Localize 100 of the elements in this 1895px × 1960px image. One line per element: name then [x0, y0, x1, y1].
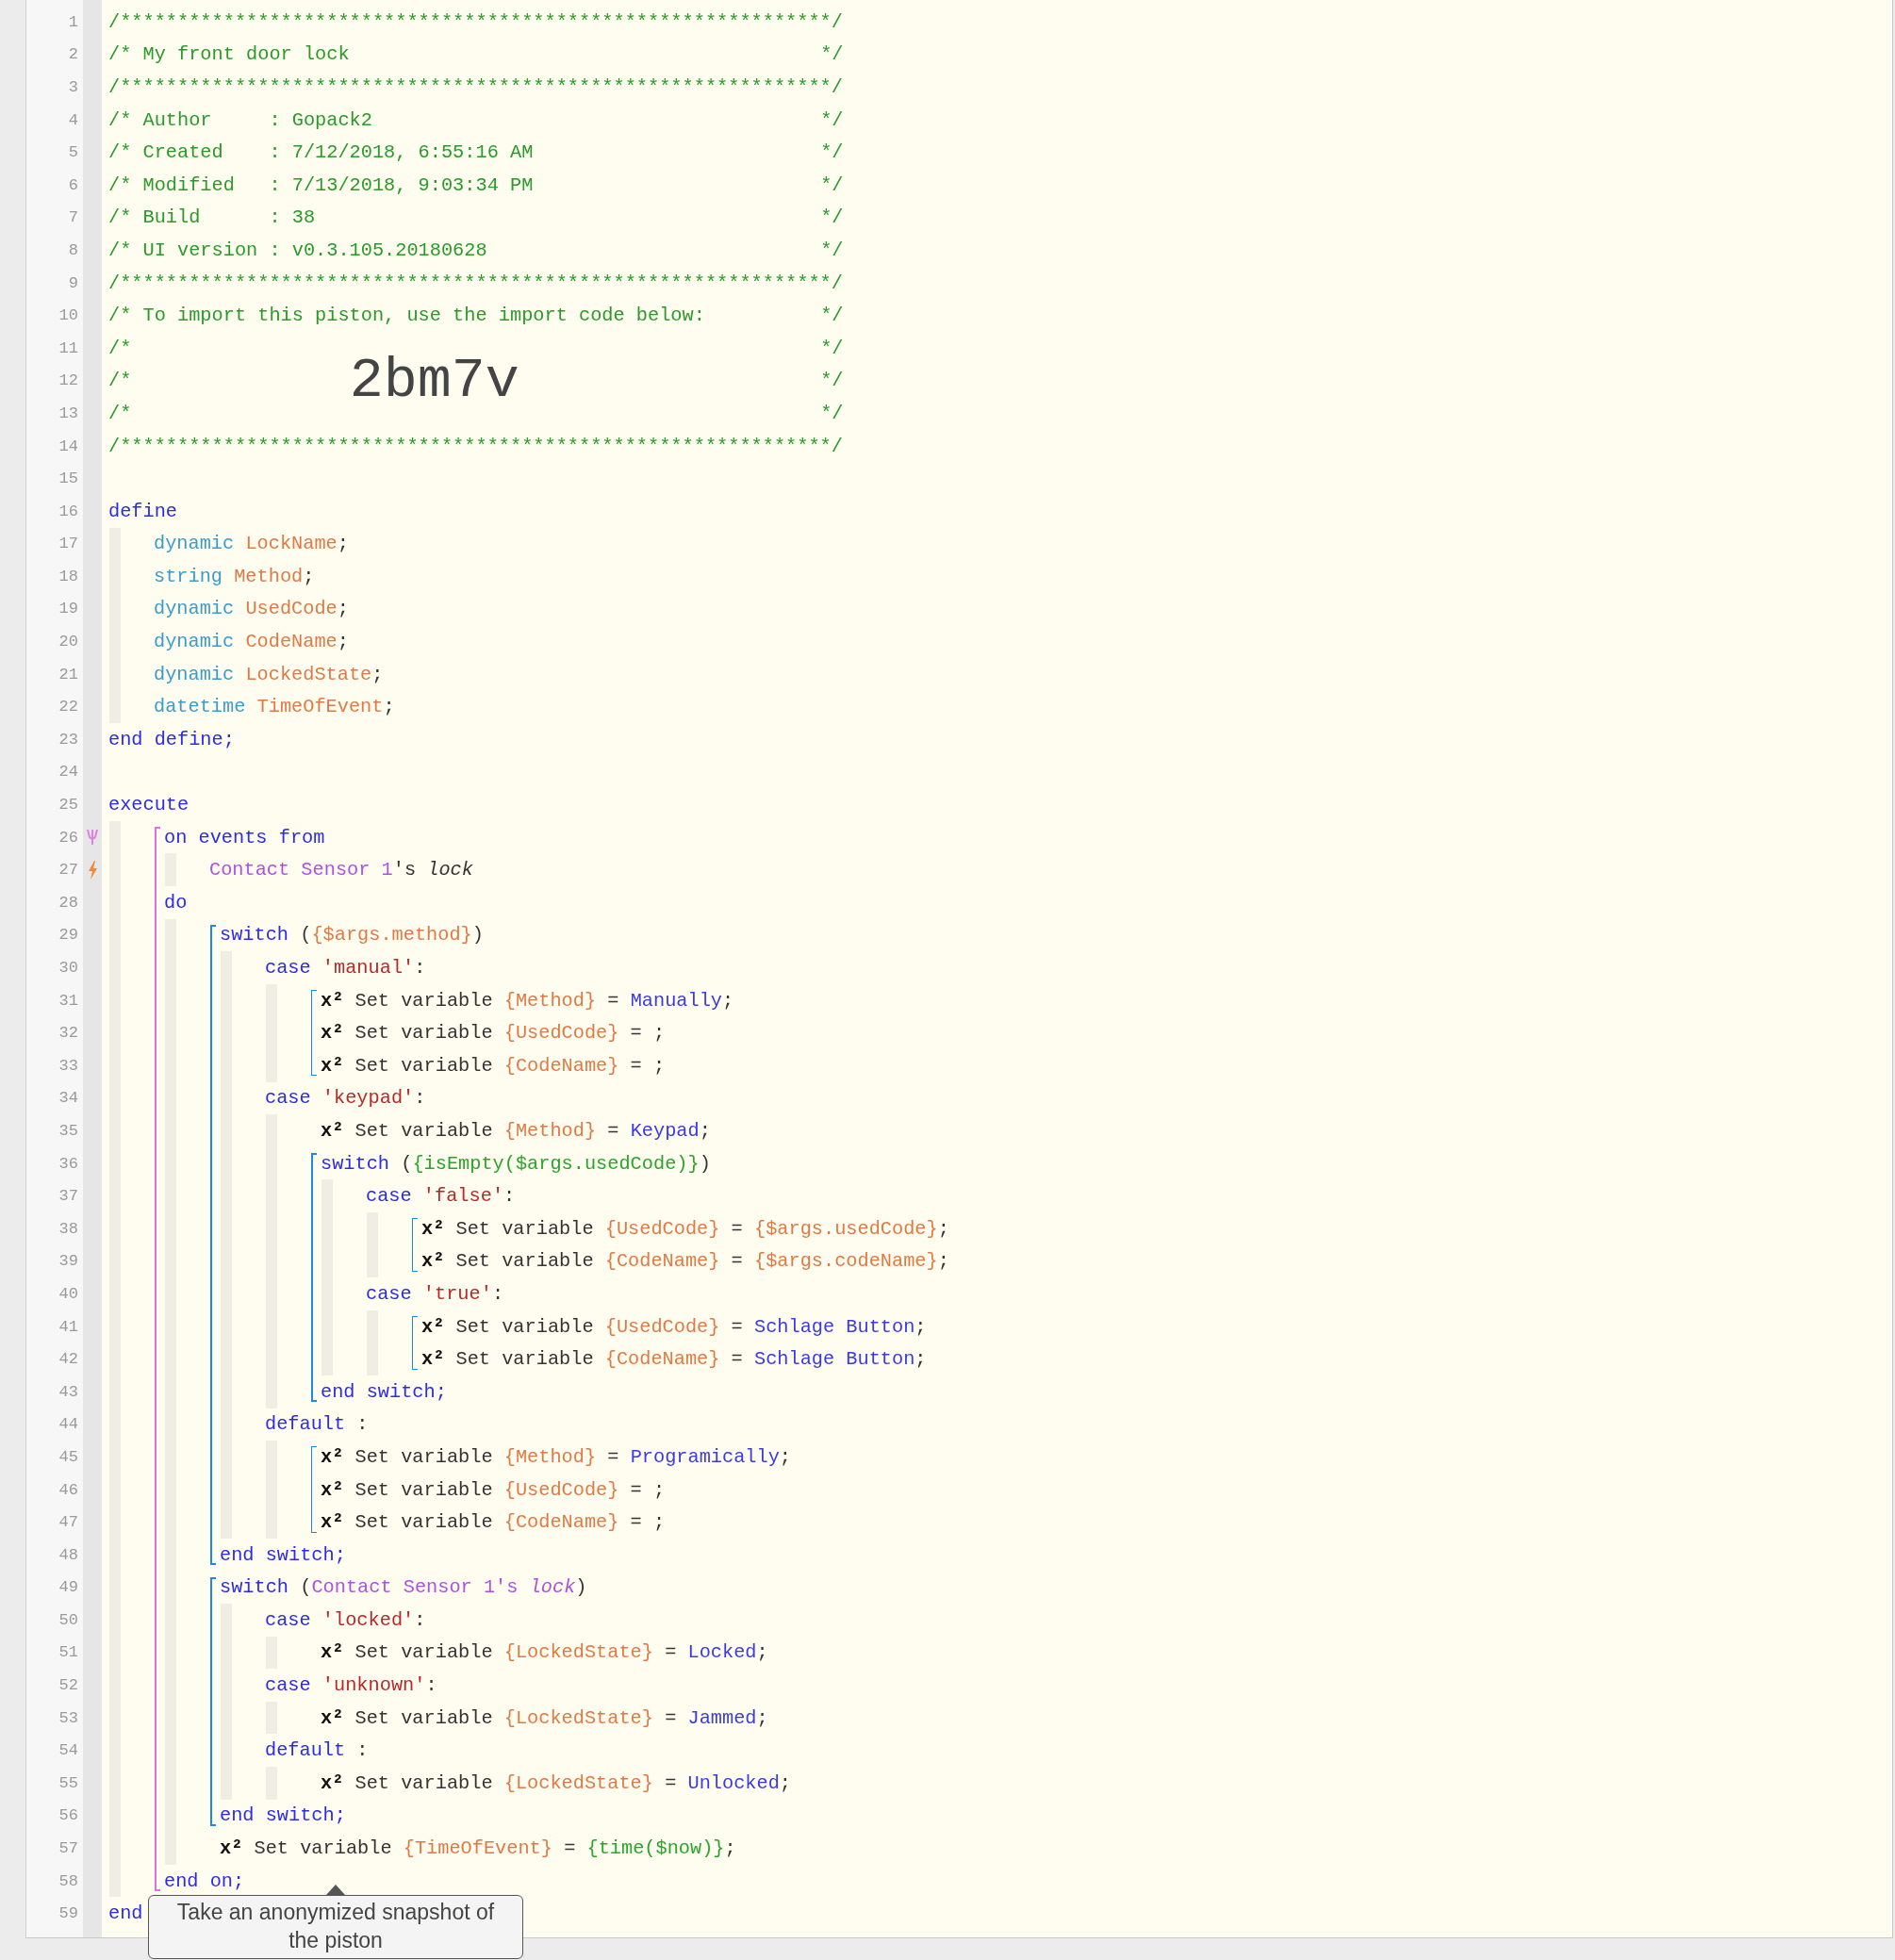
code-line: case 'true': [366, 1282, 504, 1305]
line-number: 23 [58, 730, 78, 749]
line-number: 48 [58, 1545, 78, 1564]
line-number: 3 [68, 78, 78, 96]
line-number: 47 [58, 1513, 78, 1532]
code-line: /**************************************************************/ [108, 76, 843, 98]
line-number: 29 [58, 926, 78, 945]
line-number: 44 [58, 1415, 78, 1434]
code-line: /**************************************************************/ [108, 435, 843, 457]
line-number: 50 [58, 1610, 78, 1629]
code-line: default : [265, 1739, 369, 1762]
code-line: end switch; [321, 1380, 447, 1403]
line-number: 35 [58, 1122, 78, 1140]
code-line: case 'locked': [265, 1608, 426, 1631]
line-number: 10 [58, 306, 78, 325]
line-number: 34 [58, 1089, 78, 1108]
line-number: 24 [58, 763, 78, 782]
code-line: x² Set variable {TimeOfEvent} = {time($now)}; [220, 1837, 736, 1860]
line-number: 58 [58, 1871, 78, 1890]
line-number: 42 [58, 1350, 78, 1369]
line-number: 4 [68, 110, 78, 129]
line-number: 19 [58, 600, 78, 618]
code-line: /* My front door lock */ [108, 43, 844, 66]
code-line: dynamic CodeName; [154, 631, 349, 653]
code-line: /* UI version : v0.3.105.20180628 */ [108, 239, 844, 261]
tooltip-pointer [326, 1885, 345, 1895]
line-number: 13 [58, 404, 78, 422]
line-number: 12 [58, 371, 78, 390]
line-number: 57 [58, 1839, 78, 1858]
code-line: string Method; [154, 565, 315, 587]
line-number: 41 [58, 1317, 78, 1336]
line-number: 33 [58, 1056, 78, 1075]
code-line: dynamic UsedCode; [154, 598, 349, 620]
line-number: 27 [58, 861, 78, 880]
code-line: case 'unknown': [265, 1674, 437, 1697]
code-line: end define; [108, 728, 235, 750]
line-number: 52 [58, 1676, 78, 1695]
line-number: 25 [58, 796, 78, 815]
fork-icon [87, 829, 98, 847]
code-line: /**************************************************************/ [108, 272, 843, 294]
code-line: dynamic LockName; [154, 533, 349, 555]
code-line: datetime TimeOfEvent; [154, 696, 395, 718]
code-line: end switch; [220, 1543, 346, 1566]
code-line: /* Created : 7/12/2018, 6:55:16 AM */ [108, 141, 844, 164]
code-line: end switch; [220, 1804, 346, 1827]
code-line: x² Set variable {LockedState} = Unlocked; [321, 1771, 792, 1794]
code-line: /* To import this piston, use the import code below: */ [108, 305, 844, 327]
line-number: 6 [68, 175, 78, 194]
line-number: 39 [58, 1252, 78, 1271]
code-line: x² Set variable {UsedCode} = ; [321, 1478, 666, 1501]
line-number: 37 [58, 1187, 78, 1206]
code-line: switch (Contact Sensor 1's lock) [220, 1576, 587, 1599]
code-line: switch ({isEmpty($args.usedCode)}) [321, 1152, 711, 1175]
line-number: 22 [58, 698, 78, 716]
line-number: 45 [58, 1447, 78, 1466]
code-line: x² Set variable {Method} = Programically; [321, 1445, 792, 1468]
code-line: default : [265, 1413, 369, 1436]
line-number: 8 [68, 240, 78, 259]
line-number: 36 [58, 1154, 78, 1173]
code-line: define [108, 500, 178, 522]
lightning-icon [87, 860, 98, 880]
code-line: do [164, 891, 188, 914]
code-line: x² Set variable {CodeName} = ; [321, 1054, 666, 1077]
code-line: x² Set variable {Method} = Keypad; [321, 1120, 711, 1142]
code-line: x² Set variable {Method} = Manually; [321, 989, 734, 1012]
line-number: 53 [58, 1708, 78, 1727]
line-number: 32 [58, 1024, 78, 1043]
code-line: execute [108, 794, 190, 816]
line-number: 17 [58, 535, 78, 553]
code-line: x² Set variable {UsedCode} = ; [321, 1022, 666, 1045]
code-line: Contact Sensor 1's lock [209, 859, 473, 881]
line-number: 11 [58, 338, 78, 357]
code-line: x² Set variable {CodeName} = ; [321, 1511, 666, 1534]
line-number: 40 [58, 1284, 78, 1303]
code-line: end on; [164, 1869, 245, 1892]
line-number: 2 [68, 45, 78, 64]
line-number: 28 [58, 893, 78, 912]
code-line: /* Author : Gopack2 */ [108, 108, 844, 131]
code-line: end [108, 1902, 143, 1925]
code-line: /* Modified : 7/13/2018, 9:03:34 PM */ [108, 173, 844, 196]
line-number: 20 [58, 633, 78, 651]
line-number: 59 [58, 1904, 78, 1923]
code-line: /* Build : 38 */ [108, 206, 844, 229]
line-number: 51 [58, 1643, 78, 1662]
code-line: x² Set variable {LockedState} = Locked; [321, 1641, 768, 1664]
code-line: switch ({$args.method}) [220, 924, 484, 947]
line-number: 21 [58, 665, 78, 684]
code-line: case 'manual': [265, 957, 426, 979]
code-line: case 'false': [366, 1185, 516, 1208]
line-number: 7 [68, 208, 78, 227]
line-number: 55 [58, 1773, 78, 1792]
line-number: 30 [58, 959, 78, 977]
line-number: 38 [58, 1219, 78, 1238]
code-line: case 'keypad': [265, 1087, 426, 1110]
line-number: 49 [58, 1578, 78, 1597]
line-number: 31 [58, 991, 78, 1010]
line-number: 1 [68, 12, 78, 31]
line-number: 54 [58, 1741, 78, 1760]
code-line: x² Set variable {UsedCode} = {$args.usedCode}; [421, 1217, 949, 1240]
code-line: dynamic LockedState; [154, 663, 384, 685]
